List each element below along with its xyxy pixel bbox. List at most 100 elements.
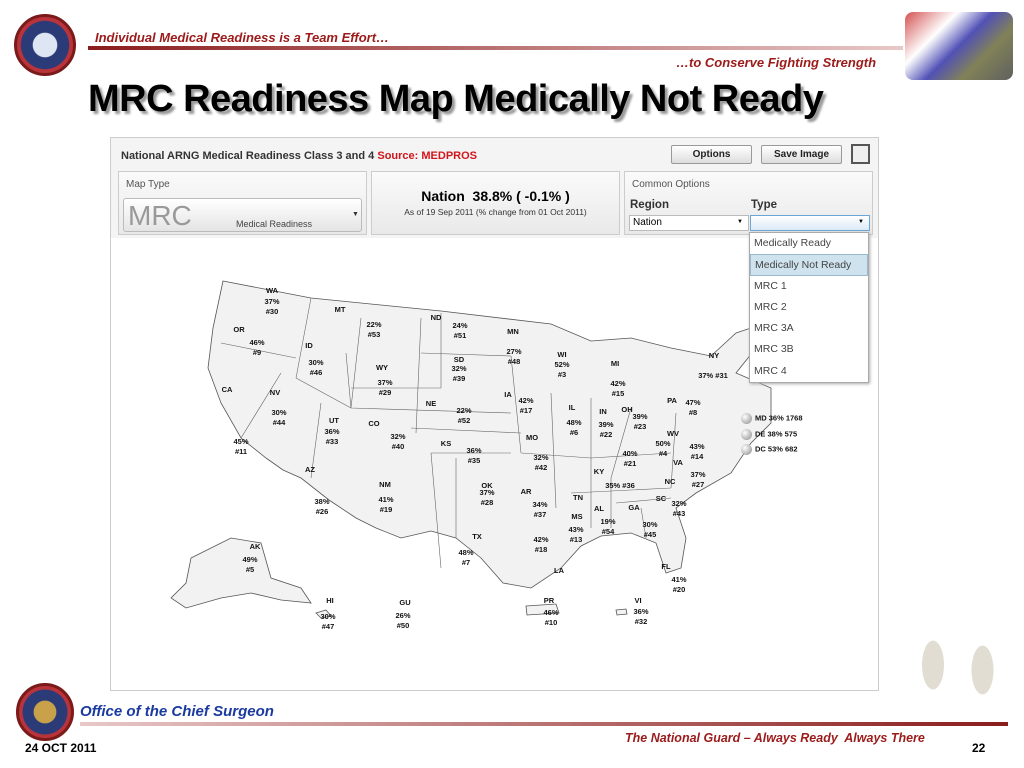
state-abbr-al[interactable]: AL	[589, 504, 609, 514]
state-abbr-ak[interactable]: AK	[245, 542, 265, 552]
state-abbr-ks[interactable]: KS	[436, 439, 456, 449]
state-abbr-ut[interactable]: UT	[324, 416, 344, 426]
type-option-mrc-3b[interactable]: MRC 3B	[750, 339, 868, 360]
header-tagline: Individual Medical Readiness is a Team E…	[95, 30, 390, 45]
small-state-md[interactable]: MD 36% 1768	[741, 413, 803, 424]
map-type-select[interactable]: MRC Medical Readiness ▼	[123, 198, 362, 232]
state-percent: 45%	[233, 437, 249, 446]
type-dropdown-list: Medically Ready Medically Not Ready MRC …	[749, 232, 869, 383]
map-type-description: Medical Readiness	[236, 219, 313, 229]
state-value-pa: 47% #8	[673, 398, 713, 418]
small-state-de[interactable]: DE 38% 575	[741, 429, 797, 440]
type-option-medically-ready[interactable]: Medically Ready	[750, 233, 868, 254]
state-abbr-tn[interactable]: TN	[568, 493, 588, 503]
state-percent: 36%	[324, 427, 340, 436]
state-abbr-wy[interactable]: WY	[372, 363, 392, 373]
state-rank: #48	[507, 357, 521, 366]
state-value-ga: 30% #45	[630, 520, 670, 540]
state-abbr-ms[interactable]: MS	[567, 512, 587, 522]
region-label: Region	[630, 199, 669, 211]
small-state-dc[interactable]: DC 53% 682	[741, 444, 798, 455]
page-number: 22	[972, 741, 986, 755]
state-value-co: 32% #40	[378, 432, 418, 452]
state-abbr-nv[interactable]: NV	[265, 388, 285, 398]
state-rank: #40	[391, 442, 405, 451]
state-value-pr: 46% #10	[531, 608, 571, 628]
state-abbr-pr[interactable]: PR	[539, 596, 559, 606]
state-abbr-az[interactable]: AZ	[300, 465, 320, 475]
small-state-label: DC 53% 682	[755, 444, 798, 454]
state-value-ar: 34% #37	[520, 500, 560, 520]
state-rank: #37	[533, 510, 547, 519]
state-abbr-ky[interactable]: KY	[589, 467, 609, 477]
state-percent: 41%	[671, 575, 687, 584]
state-percent: 19%	[600, 517, 616, 526]
state-abbr-wv[interactable]: WV	[663, 429, 683, 439]
state-abbr-ne[interactable]: NE	[421, 399, 441, 409]
state-abbr-co[interactable]: CO	[364, 419, 384, 429]
state-abbr-nc[interactable]: NC	[660, 477, 680, 487]
state-percent: 43%	[689, 442, 705, 451]
state-abbr-vi[interactable]: VI	[628, 596, 648, 606]
state-abbr-ar[interactable]: AR	[516, 487, 536, 497]
chevron-down-icon: ▼	[352, 211, 359, 218]
type-select[interactable]: ▼	[750, 215, 870, 231]
state-percent: 48%	[566, 418, 582, 427]
state-value-sc: 32% #43	[659, 499, 699, 519]
state-abbr-wi[interactable]: WI	[552, 350, 572, 360]
state-rank: #29	[378, 388, 392, 397]
state-abbr-la[interactable]: LA	[549, 566, 569, 576]
state-abbr-mo[interactable]: MO	[522, 433, 542, 443]
state-abbr-ca[interactable]: CA	[217, 385, 237, 395]
state-rank: #51	[453, 331, 467, 340]
state-value-nm: 41% #19	[366, 495, 406, 515]
state-value-wy: 37% #29	[365, 378, 405, 398]
type-option-mrc-4[interactable]: MRC 4	[750, 361, 868, 382]
state-value-oh: 39% #23	[620, 412, 660, 432]
state-abbr-mi[interactable]: MI	[605, 359, 625, 369]
state-rank: #30	[265, 307, 279, 316]
state-abbr-id[interactable]: ID	[299, 341, 319, 351]
type-option-mrc-1[interactable]: MRC 1	[750, 276, 868, 297]
state-abbr-gu[interactable]: GU	[395, 598, 415, 608]
type-option-mrc-3a[interactable]: MRC 3A	[750, 318, 868, 339]
bootprints-graphic	[900, 615, 1010, 715]
state-abbr-or[interactable]: OR	[229, 325, 249, 335]
state-abbr-nm[interactable]: NM	[375, 480, 395, 490]
state-abbr-hi[interactable]: HI	[320, 596, 340, 606]
state-value-or: 46% #9	[237, 338, 277, 358]
state-abbr-ny[interactable]: NY	[704, 351, 724, 361]
fullscreen-icon[interactable]	[851, 144, 870, 164]
state-value-id: 30% #46	[296, 358, 336, 378]
state-rank: #6	[569, 428, 579, 437]
state-abbr-tx[interactable]: TX	[467, 532, 487, 542]
army-national-guard-seal	[16, 683, 74, 741]
state-percent: 46%	[543, 608, 559, 617]
options-button[interactable]: Options	[671, 145, 752, 164]
state-abbr-fl[interactable]: FL	[656, 562, 676, 572]
footer-motto: The National Guard – Always Ready Always…	[625, 731, 925, 745]
save-image-button[interactable]: Save Image	[761, 145, 842, 164]
state-abbr-wa[interactable]: WA	[262, 286, 282, 296]
state-abbr-il[interactable]: IL	[562, 403, 582, 413]
type-option-medically-not-ready[interactable]: Medically Not Ready	[750, 254, 868, 276]
state-value-ms: 43% #13	[556, 525, 596, 545]
type-label: Type	[751, 199, 777, 211]
header-subtagline: …to Conserve Fighting Strength	[676, 55, 877, 70]
state-percent: 39%	[632, 412, 648, 421]
state-abbr-ga[interactable]: GA	[624, 503, 644, 513]
region-select[interactable]: Nation ▼	[629, 215, 749, 231]
nation-summary-panel: Nation 38.8% ( -0.1% ) As of 19 Sep 2011…	[371, 171, 620, 235]
type-option-mrc-2[interactable]: MRC 2	[750, 297, 868, 318]
map-type-panel: Map Type MRC Medical Readiness ▼	[118, 171, 367, 235]
state-rank: #50	[396, 621, 410, 630]
state-abbr-mt[interactable]: MT	[330, 305, 350, 315]
nation-headline: Nation 38.8% ( -0.1% )	[421, 188, 570, 204]
nation-subline: As of 19 Sep 2011 (% change from 01 Oct …	[404, 207, 587, 217]
state-abbr-in[interactable]: IN	[593, 407, 613, 417]
state-percent: 42%	[518, 396, 534, 405]
state-percent: 32%	[671, 499, 687, 508]
state-value-ia: 42% #17	[506, 396, 546, 416]
state-rank: #52	[457, 416, 471, 425]
state-abbr-mn[interactable]: MN	[503, 327, 523, 337]
